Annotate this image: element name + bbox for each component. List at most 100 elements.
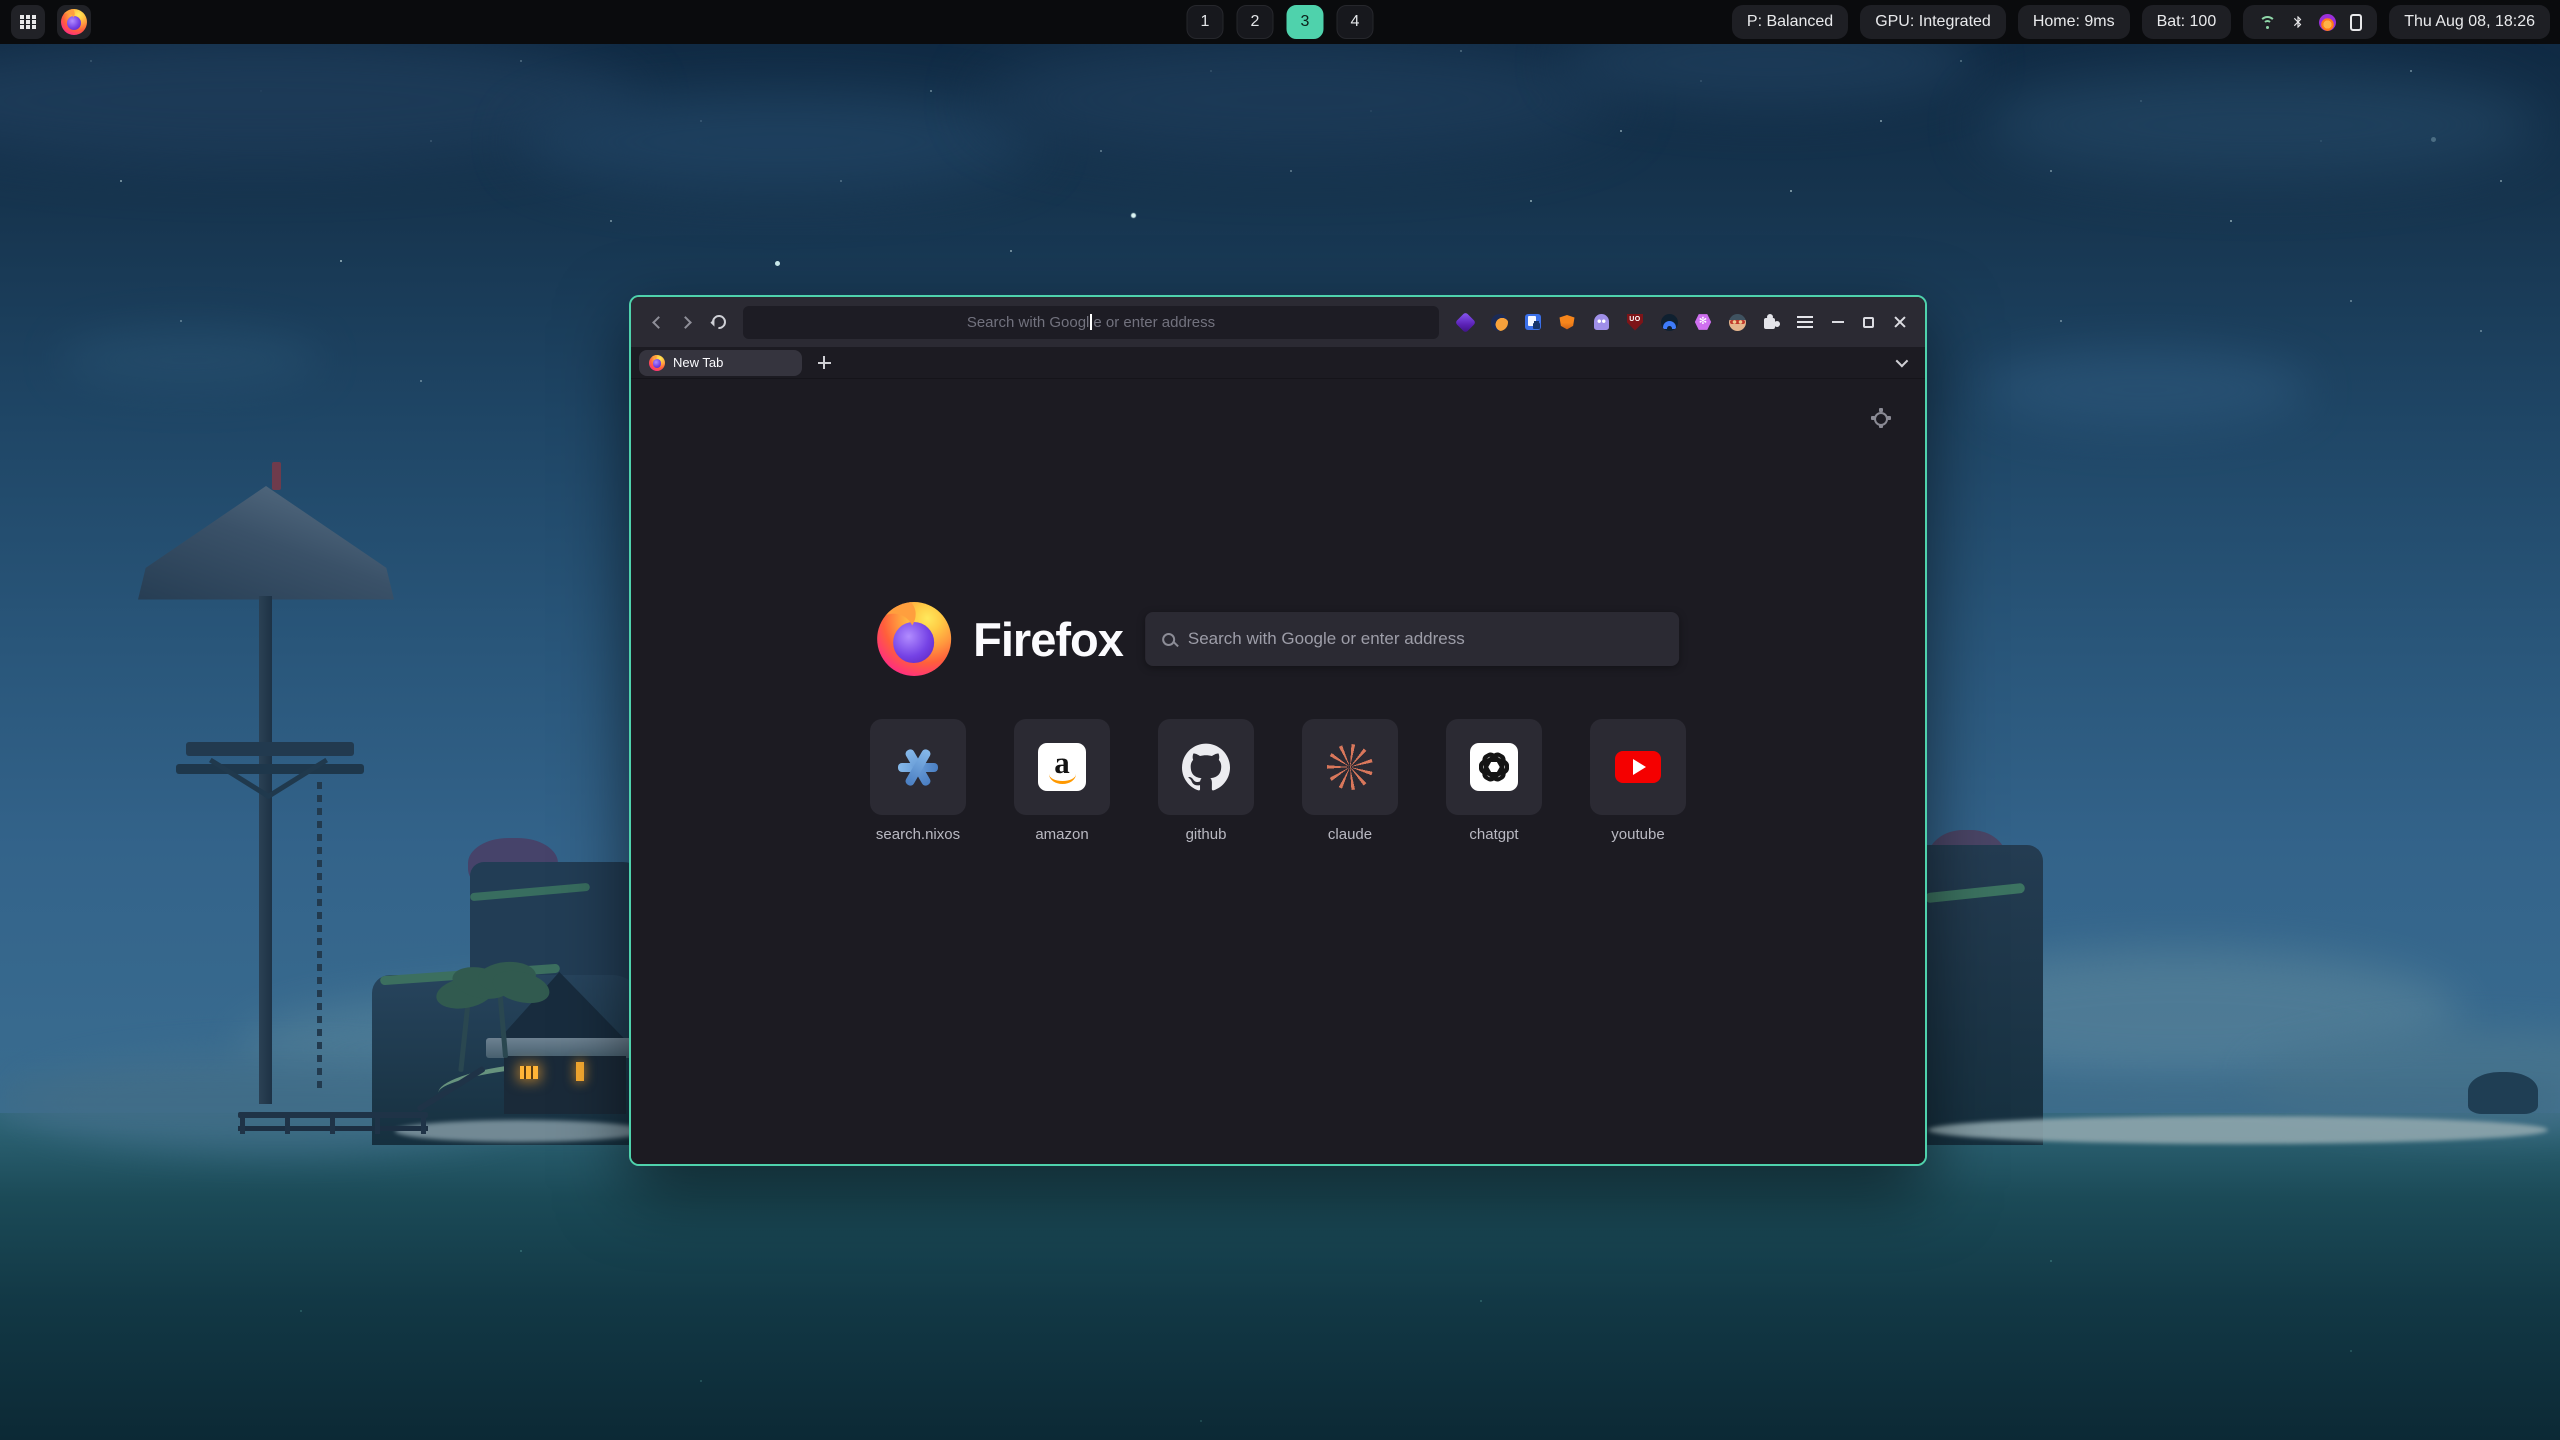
shortcut-chatgpt[interactable]: chatgpt bbox=[1446, 719, 1542, 843]
extension-snowflake-button[interactable]: ✻ bbox=[1686, 305, 1720, 339]
tab-label: New Tab bbox=[673, 355, 723, 370]
tab-new-tab[interactable]: New Tab bbox=[639, 350, 802, 376]
back-button[interactable] bbox=[641, 307, 672, 338]
hut-window-glow bbox=[520, 1066, 538, 1079]
url-placeholder-after: e or enter address bbox=[1093, 314, 1215, 331]
moon-icon bbox=[1491, 314, 1508, 331]
watchtower-finial bbox=[272, 462, 281, 490]
system-tray bbox=[2243, 5, 2377, 39]
ublock-shield-icon: UO bbox=[1627, 314, 1643, 331]
app-grid-icon bbox=[20, 15, 36, 30]
url-bar[interactable]: Search with Google or enter address bbox=[743, 306, 1439, 339]
shortcut-label: search.nixos bbox=[876, 826, 960, 843]
firefox-logo bbox=[877, 602, 951, 676]
app-launcher-button[interactable] bbox=[11, 5, 45, 39]
wifi-icon[interactable] bbox=[2258, 15, 2277, 30]
gpu-pill[interactable]: GPU: Integrated bbox=[1860, 5, 2006, 39]
back-icon bbox=[652, 316, 665, 329]
ghost-icon bbox=[1594, 314, 1609, 330]
text-cursor bbox=[1090, 314, 1092, 330]
extension-dark-mode-button[interactable] bbox=[1482, 305, 1516, 339]
workspace-switcher: 1 2 3 4 bbox=[1187, 5, 1374, 39]
cloud bbox=[1980, 70, 2540, 180]
workspace-button-2[interactable]: 2 bbox=[1237, 5, 1274, 39]
workspace-button-1[interactable]: 1 bbox=[1187, 5, 1224, 39]
newtab-brand-row: Firefox Search with Google or enter addr… bbox=[877, 602, 1679, 676]
shortcut-tile bbox=[1158, 719, 1254, 815]
firefox-wordmark: Firefox bbox=[973, 612, 1123, 667]
extension-metamask-button[interactable] bbox=[1550, 305, 1584, 339]
reload-button[interactable] bbox=[703, 307, 734, 338]
extension-user-agent-button[interactable] bbox=[1720, 305, 1754, 339]
boardwalk-post bbox=[285, 1114, 290, 1134]
workspace-button-3-active[interactable]: 3 bbox=[1287, 5, 1324, 39]
extension-ghostery-button[interactable] bbox=[1584, 305, 1618, 339]
shortcut-tile: a bbox=[1014, 719, 1110, 815]
shortcut-label: youtube bbox=[1611, 826, 1664, 843]
tab-bar: New Tab bbox=[631, 347, 1925, 379]
shortcut-tile bbox=[870, 719, 966, 815]
firefox-taskbar-button[interactable] bbox=[57, 5, 91, 39]
extension-password-vault-button[interactable] bbox=[1516, 305, 1550, 339]
open-new-tab-button[interactable] bbox=[810, 350, 838, 376]
list-all-tabs-chevron[interactable] bbox=[1896, 355, 1909, 368]
close-button[interactable] bbox=[1884, 307, 1915, 338]
lock-shield-icon bbox=[1525, 314, 1541, 330]
shortcut-label: chatgpt bbox=[1469, 826, 1518, 843]
hut-window-glow bbox=[576, 1062, 584, 1081]
firefox-icon bbox=[61, 9, 87, 35]
network-latency-pill[interactable]: Home: 9ms bbox=[2018, 5, 2130, 39]
close-icon bbox=[1893, 315, 1907, 329]
spy-face-icon bbox=[1729, 314, 1746, 331]
forward-button[interactable] bbox=[672, 307, 703, 338]
vpn-arc-icon bbox=[1661, 314, 1678, 331]
right-beach bbox=[1928, 1116, 2548, 1144]
topbar-left bbox=[11, 5, 91, 39]
hut-roof bbox=[486, 1038, 638, 1058]
shortcut-youtube[interactable]: youtube bbox=[1590, 719, 1686, 843]
plus-icon bbox=[818, 356, 831, 369]
nixos-snowflake-icon bbox=[895, 744, 941, 790]
watchtower-pole bbox=[259, 596, 272, 1104]
layers-diamond-icon bbox=[1454, 311, 1475, 332]
bluetooth-icon[interactable] bbox=[2291, 14, 2305, 30]
snowflake-hexagon-icon: ✻ bbox=[1695, 314, 1712, 331]
shortcut-claude[interactable]: claude bbox=[1302, 719, 1398, 843]
maximize-icon bbox=[1863, 317, 1874, 328]
personalize-new-tab-button[interactable] bbox=[1867, 405, 1895, 433]
watchtower-rail bbox=[176, 764, 364, 774]
puzzle-icon bbox=[1763, 314, 1779, 330]
clock-pill[interactable]: Thu Aug 08, 18:26 bbox=[2389, 5, 2550, 39]
battery-pill[interactable]: Bat: 100 bbox=[2142, 5, 2232, 39]
phone-device-icon[interactable] bbox=[2350, 14, 2362, 31]
cloud bbox=[1980, 350, 2310, 430]
shortcut-github[interactable]: github bbox=[1158, 719, 1254, 843]
boardwalk-post bbox=[240, 1114, 245, 1134]
extension-wallet-button[interactable] bbox=[1448, 305, 1482, 339]
openai-knot-icon bbox=[1470, 743, 1518, 791]
amazon-smile-arrow bbox=[1049, 773, 1076, 784]
workspace-button-4[interactable]: 4 bbox=[1337, 5, 1374, 39]
app-menu-button[interactable] bbox=[1788, 305, 1822, 339]
extensions-menu-button[interactable] bbox=[1754, 305, 1788, 339]
boardwalk-post bbox=[330, 1114, 335, 1134]
github-octocat-icon bbox=[1182, 743, 1230, 791]
extension-vpn-button[interactable] bbox=[1652, 305, 1686, 339]
minimize-button[interactable] bbox=[1822, 307, 1853, 338]
ublock-badge-text: UO bbox=[1629, 316, 1641, 331]
newtab-search-placeholder: Search with Google or enter address bbox=[1188, 629, 1465, 649]
reload-icon bbox=[709, 312, 729, 332]
shortcut-search-nixos[interactable]: search.nixos bbox=[870, 719, 966, 843]
beach bbox=[395, 1120, 645, 1142]
browser-toolbar: Search with Google or enter address UO ✻ bbox=[631, 297, 1925, 347]
media-player-icon[interactable] bbox=[2319, 14, 2336, 31]
shortcut-amazon[interactable]: a amazon bbox=[1014, 719, 1110, 843]
power-profile-pill[interactable]: P: Balanced bbox=[1732, 5, 1848, 39]
firefox-window: Search with Google or enter address UO ✻… bbox=[629, 295, 1927, 1166]
extension-ublock-button[interactable]: UO bbox=[1618, 305, 1652, 339]
shortcut-tiles: search.nixos a amazon bbox=[870, 719, 1686, 843]
maximize-button[interactable] bbox=[1853, 307, 1884, 338]
newtab-search-input[interactable]: Search with Google or enter address bbox=[1145, 612, 1679, 666]
distant-rock bbox=[2468, 1072, 2538, 1114]
desktop: 1 2 3 4 P: Balanced GPU: Integrated Home… bbox=[0, 0, 2560, 1440]
